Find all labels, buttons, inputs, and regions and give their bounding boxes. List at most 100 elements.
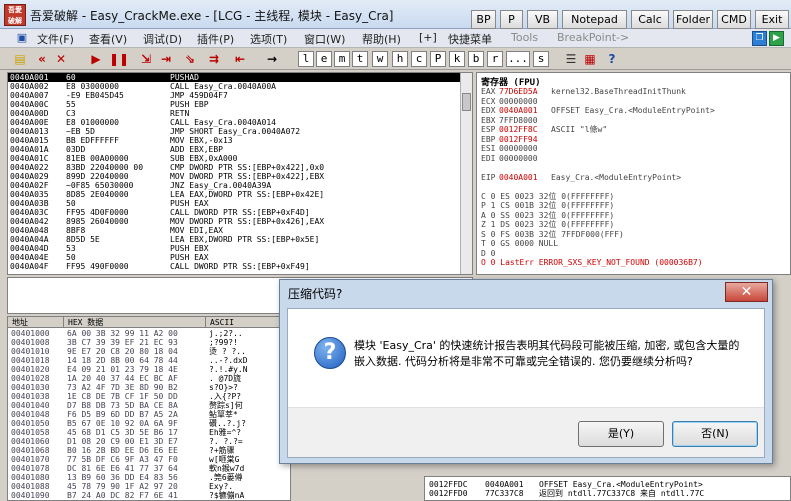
dump-row[interactable]: 00401018 14 18 2D 8B 00 64 78 44 ..-?.dxD [8,356,290,365]
disasm-row[interactable]: 0040A013 ~EB 5D JMP SHORT Easy_Cra.0040A07… [8,127,472,136]
log-window-button[interactable]: l [298,51,314,67]
grid-icon[interactable]: ▦ [582,51,598,67]
references-button[interactable]: r [487,51,503,67]
dump-row[interactable]: 00401068 B0 16 2B BD EE D6 E6 EE ?+筋骤 [8,446,290,455]
dump-row[interactable]: 00401020 E4 09 21 01 23 79 18 4E ?.!.#y.N [8,365,290,374]
register-line[interactable]: ECX 00000000 [481,97,786,107]
disasm-row[interactable]: 0040A001 60 PUSHAD [8,73,472,82]
stack-pane[interactable]: 0012FFDC 0040A001 OFFSET Easy_Cra.<ModuleE… [424,476,791,501]
dump-row[interactable]: 00401080 13 B9 60 36 DD E4 83 56 .筦6蒌僔 [8,473,290,482]
cmd-button[interactable]: CMD [717,10,751,29]
dump-row[interactable]: 00401048 F6 D5 B9 6D DD B7 A5 2A 鲇筸莘* [8,410,290,419]
menu-plus[interactable]: [+] [419,31,437,44]
disasm-row[interactable]: 0040A02F ~0F85 65030000 JNZ Easy_Cra.0040A… [8,181,472,190]
menu-tools[interactable]: Tools [511,31,538,44]
list-icon[interactable]: ☰ [563,51,579,67]
disasm-row[interactable]: 0040A029 899D 22040000 MOV DWORD PTR SS:[E… [8,172,472,181]
menu-breakpoint[interactable]: BreakPoint-> [557,31,629,44]
vb-button[interactable]: VB [527,10,558,29]
disasm-row[interactable]: 0040A01C 81EB 00A00000 SUB EBX,0xA000 [8,154,472,163]
close-debug-icon[interactable]: ✕ [53,51,69,67]
stack-row[interactable]: 0012FFD0 77C337C8 返回到 ntdll.77C337C8 来自 nt… [427,489,787,498]
dump-row[interactable]: 00401010 9E E7 20 C8 20 80 18 04 烫 ? ?.. [8,347,290,356]
disasm-row[interactable]: 0040A048 8BF8 MOV EDI,EAX [8,226,472,235]
dump-row[interactable]: 00401060 D1 08 20 C9 00 E1 3D E7 ?. ?.?= [8,437,290,446]
flag-line[interactable]: C 0 ES 0023 32位 0(FFFFFFFF) [481,192,786,202]
step-over-icon[interactable]: ⇥ [158,51,174,67]
dump-row[interactable]: 00401058 45 68 D1 C5 3D 5E B6 17 Eh雅=^? [8,428,290,437]
disasm-row[interactable]: 0040A002 E8 03000000 CALL Easy_Cra.0040A00… [8,82,472,91]
menu-options[interactable]: 选项(T) [250,31,287,47]
dump-row[interactable]: 00401078 DC 81 6E E6 41 77 37 64 軟n鍭w7d [8,464,290,473]
cpu-button[interactable]: c [411,51,427,67]
register-line[interactable]: EBP 0012FF94 [481,135,786,145]
flag-line[interactable]: A 0 SS 0023 32位 0(FFFFFFFF) [481,211,786,221]
flag-line[interactable]: D 0 [481,249,786,259]
menu-file[interactable]: 文件(F) [37,31,74,47]
disasm-row[interactable]: 0040A04D 53 PUSH EBX [8,244,472,253]
memory-button[interactable]: m [334,51,350,67]
bp-button[interactable]: BP [471,10,496,29]
patches-button[interactable]: P [430,51,446,67]
execute-till-return-icon[interactable]: ⇤ [232,51,248,67]
dump-pane[interactable]: 地址 HEX 数据 ASCII 00401000 6A 00 3B 32 99 1… [7,316,291,501]
disasm-row[interactable]: 0040A042 8985 26040000 MOV DWORD PTR SS:[E… [8,217,472,226]
open-folder-icon[interactable]: ▤ [12,51,28,67]
disassembly-pane[interactable]: 0040A001 60 PUSHAD 0040A002 E8 03000000 CALL … [7,72,473,275]
disasm-row[interactable]: 0040A00C 55 PUSH EBP [8,100,472,109]
dump-row[interactable]: 00401008 3B C7 39 39 EF 21 EC 93 ;?99?! [8,338,290,347]
step-into-icon[interactable]: ⇲ [138,51,154,67]
flag-line[interactable]: P 1 CS 001B 32位 0(FFFFFFFF) [481,201,786,211]
dump-row[interactable]: 00401070 77 5B DF C6 9F A3 47 F0 w[咂棠G [8,455,290,464]
help-icon[interactable]: ? [604,51,620,67]
go-to-icon[interactable]: → [264,51,280,67]
disasm-row[interactable]: 0040A00D C3 RETN [8,109,472,118]
exit-plugin-icon[interactable]: ▶ [769,31,784,46]
disasm-row[interactable]: 0040A015 BB EDFFFFFF MOV EBX,-0x13 [8,136,472,145]
disasm-row[interactable]: 0040A04E 50 PUSH EAX [8,253,472,262]
call-stack-button[interactable]: k [449,51,465,67]
exit-button[interactable]: Exit [755,10,789,29]
flag-line[interactable]: T 0 GS 0000 NULL [481,239,786,249]
windows-button[interactable]: w [372,51,388,67]
threads-button[interactable]: t [352,51,368,67]
scroll-thumb[interactable] [462,93,471,111]
run-icon[interactable]: ▶ [88,51,104,67]
breakpoints-button[interactable]: b [468,51,484,67]
disasm-row[interactable]: 0040A00E E8 01000000 CALL Easy_Cra.0040A01… [8,118,472,127]
source-button[interactable]: s [533,51,549,67]
trace-into-icon[interactable]: ⇘ [182,51,198,67]
flag-line[interactable]: Z 1 DS 0023 32位 0(FFFFFFFF) [481,220,786,230]
disasm-row[interactable]: 0040A022 83BD 22040000 00 CMP DWORD PTR SS… [8,163,472,172]
dump-row[interactable]: 00401038 1E C8 DE 7B CF 1F 50 DD .入{?P? [8,392,290,401]
folder-button[interactable]: Folder [673,10,713,29]
dump-row[interactable]: 00401028 1A 20 40 37 44 EC BC AF . @7D旒 [8,374,290,383]
register-line[interactable]: EAX 77D6ED5A kernel32.BaseThreadInitThunk [481,87,786,97]
restore-icon[interactable]: ❐ [752,31,767,46]
flag-line[interactable]: S 0 FS 003B 32位 7FFDF000(FFF) [481,230,786,240]
menu-help[interactable]: 帮助(H) [362,31,401,47]
menu-plugins[interactable]: 插件(P) [197,31,234,47]
pause-icon[interactable]: ❚❚ [109,51,129,67]
calc-button[interactable]: Calc [631,10,669,29]
register-line[interactable]: EBX 7FFD8000 [481,116,786,126]
yes-button[interactable]: 是(Y) [578,421,664,447]
notepad-button[interactable]: Notepad [562,10,627,29]
dump-row[interactable]: 00401090 B7 24 A0 DC 82 F7 6E 41 ?$犥傰nA [8,491,290,500]
dump-row[interactable]: 00401040 D7 B8 DB 73 5D BA CE 8A 赘踪s]何 [8,401,290,410]
flag-line[interactable]: O 0 LastErr ERROR_SXS_KEY_NOT_FOUND (000… [481,258,786,268]
dump-row[interactable]: 00401030 73 A2 4F 7D 3E 8D 90 B2 s?O}>? [8,383,290,392]
dump-row[interactable]: 00401000 6A 00 3B 32 99 11 A2 00 j.;2?.. [8,329,290,338]
no-button[interactable]: 否(N) [672,421,758,447]
menu-shortcut[interactable]: 快捷菜单 [448,31,492,47]
disasm-row[interactable]: 0040A04A 8D5D 5E LEA EBX,DWORD PTR SS:[EBP… [8,235,472,244]
modules-button[interactable]: e [316,51,332,67]
disasm-row[interactable]: 0040A03B 50 PUSH EAX [8,199,472,208]
dialog-close-button[interactable]: ✕ [725,282,768,302]
menu-debug[interactable]: 调试(D) [143,31,182,47]
disasm-row[interactable]: 0040A01A 03DD ADD EBX,EBP [8,145,472,154]
register-line[interactable]: EDI 00000000 [481,154,786,164]
register-line[interactable]: ESP 0012FF8C ASCII "l條w" [481,125,786,135]
disassembly-scrollbar[interactable] [460,73,472,274]
menu-view[interactable]: 查看(V) [89,31,127,47]
